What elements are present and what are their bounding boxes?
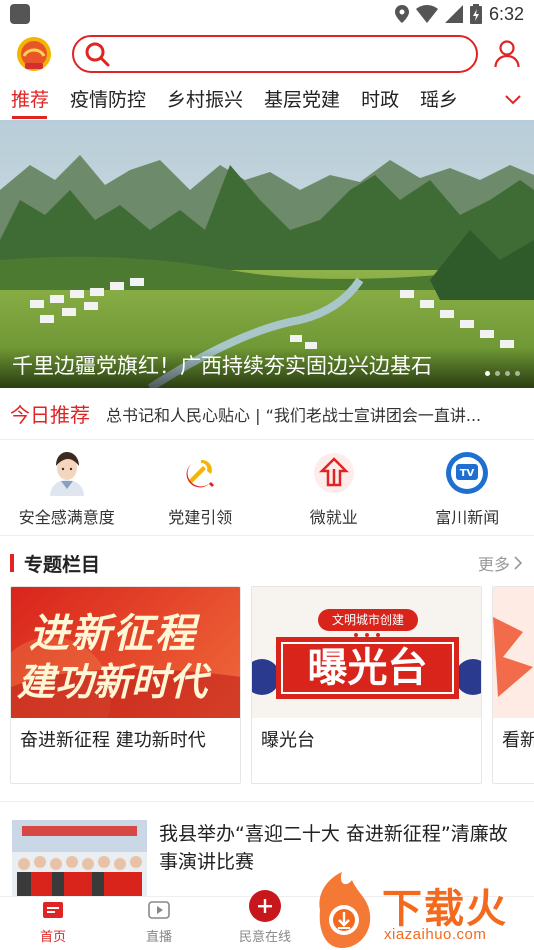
svg-text:TV: TV [460, 468, 475, 479]
pagination-dot [505, 371, 510, 376]
tab-yao[interactable]: 瑶乡 [409, 80, 468, 120]
tab-rural[interactable]: 乡村振兴 [156, 80, 253, 120]
nav-label: 直播 [145, 930, 172, 945]
search-bar[interactable] [72, 35, 478, 73]
play-icon [148, 897, 170, 923]
topic-card-image: 文明城市创建 曝光台 [252, 587, 481, 718]
today-headline[interactable]: 总书记和人民心贴心 | “我们老战士宣讲团会一直讲... [106, 402, 481, 426]
app-notification-icon [10, 4, 30, 24]
tab-recommend[interactable]: 推荐 [0, 80, 59, 120]
topic-card[interactable]: 进新征程 建功新时代 奋进新征程 建功新时代 [10, 586, 241, 784]
tabs-expand-button[interactable] [474, 80, 534, 120]
quick-link-employment[interactable]: 微就业 [267, 440, 401, 535]
pagination-dot [495, 371, 500, 376]
topic-card-title: 奋进新征程 建功新时代 [20, 730, 206, 751]
nav-label: 民意在线 [238, 930, 291, 945]
topics-header: 专题栏目 更多 [0, 540, 534, 586]
banner-pagination [485, 371, 520, 376]
app-header [0, 28, 534, 80]
topic-card-image [493, 587, 534, 718]
today-label: 今日推荐 [10, 403, 90, 427]
banner-caption: 千里边疆党旗红！广西持续夯实固边兴边基石 [0, 348, 534, 388]
quick-link-label: 安全感满意度 [18, 508, 115, 527]
home-icon [42, 897, 64, 923]
chevron-down-icon [505, 95, 521, 105]
quick-link-label: 富川新闻 [435, 508, 500, 527]
topic-card[interactable]: 文明城市创建 曝光台 曝光台 [251, 586, 482, 784]
nav-public-opinion[interactable]: 民意在线 [212, 890, 318, 950]
county-emblem-icon[interactable] [10, 30, 58, 78]
news-thumbnail [12, 820, 147, 898]
pagination-dot [485, 371, 490, 376]
topic-cards: 进新征程 建功新时代 奋进新征程 建功新时代 文明城市创建 曝光台 曝光台 看 [0, 586, 534, 788]
topic-card-art [493, 587, 534, 718]
quick-link-news[interactable]: TV 富川新闻 [401, 440, 534, 535]
category-tabs: 推荐 疫情防控 乡村振兴 基层党建 时政 瑶乡 [0, 80, 534, 120]
topic-card-art-line2: 建功新时代 [17, 659, 208, 704]
topic-card[interactable]: 看新 [492, 586, 534, 784]
tv-news-icon: TV [444, 450, 490, 496]
today-recommend[interactable]: 今日推荐 总书记和人民心贴心 | “我们老战士宣讲团会一直讲... [0, 388, 534, 440]
clock: 6:32 [488, 3, 524, 24]
topic-card-title: 看新 [502, 730, 534, 751]
party-emblem-icon [177, 450, 223, 496]
exposure-tag: 文明城市创建 [331, 613, 404, 627]
quick-link-label: 微就业 [309, 508, 358, 527]
tab-epidemic[interactable]: 疫情防控 [59, 80, 156, 120]
battery-icon [469, 4, 482, 24]
quick-link-safety[interactable]: 安全感满意度 [0, 440, 134, 535]
news-thumbnail-art [12, 820, 147, 898]
chevron-right-icon [514, 556, 522, 570]
tab-politics[interactable]: 时政 [350, 80, 409, 120]
section-marker [10, 554, 14, 572]
employment-icon [311, 450, 357, 496]
location-icon [394, 5, 409, 23]
watermark-url: xiazaihuo.com [384, 926, 487, 943]
section-title: 专题栏目 [10, 550, 100, 577]
signal-icon [444, 5, 463, 23]
tab-party[interactable]: 基层党建 [253, 80, 350, 120]
nav-label: 首页 [39, 930, 66, 945]
police-avatar-icon [44, 450, 90, 496]
quick-link-party[interactable]: 党建引领 [134, 440, 268, 535]
divider [0, 788, 534, 802]
more-label: 更多 [477, 555, 510, 574]
pagination-dot [515, 371, 520, 376]
quick-link-label: 党建引领 [168, 508, 233, 527]
section-title-text: 专题栏目 [24, 553, 101, 576]
watermark-logo: 下载火 xiazaihuo.com [312, 870, 534, 950]
hero-banner[interactable]: 千里边疆党旗红！广西持续夯实固边兴边基石 [0, 120, 534, 388]
status-bar: 6:32 [0, 0, 534, 28]
nav-live[interactable]: 直播 [106, 897, 212, 950]
quick-links: 安全感满意度 党建引领 微就业 TV 富川新闻 [0, 440, 534, 536]
plus-circle-icon [248, 889, 282, 923]
exposure-big-text: 曝光台 [307, 645, 428, 691]
wifi-icon [415, 5, 438, 23]
search-icon [85, 42, 110, 67]
user-icon[interactable] [490, 34, 524, 74]
nav-home[interactable]: 首页 [0, 897, 106, 950]
more-link[interactable]: 更多 [478, 551, 522, 575]
topic-card-title: 曝光台 [261, 730, 315, 751]
topic-card-image: 进新征程 建功新时代 [11, 587, 240, 718]
